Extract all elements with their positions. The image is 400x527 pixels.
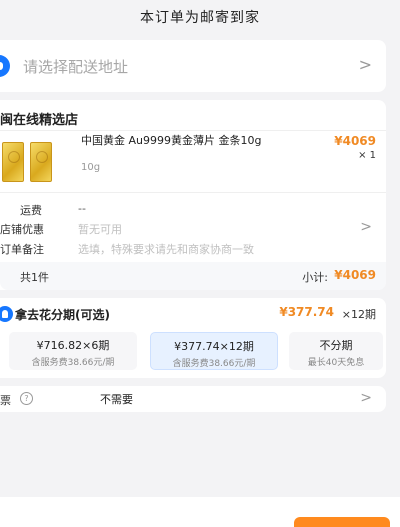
divider: [0, 130, 386, 131]
order-card: 闽在线精选店 中国黄金 Au9999黄金薄片 金条10g 10g ¥4069 ×…: [0, 100, 386, 290]
bottom-action-bar: [0, 497, 400, 527]
plan-fee: 最长40天免息: [307, 358, 365, 368]
plan-fee: 含服务费38.66元/期: [172, 359, 256, 369]
product-price: ¥4069: [334, 134, 376, 148]
installment-card: 拿去花分期(可选) ¥377.74 ×12期 ¥716.82×6期 含服务费38…: [0, 298, 386, 378]
address-placeholder: 请选择配送地址: [23, 58, 129, 76]
divider: [0, 192, 386, 193]
product-quantity: × 1: [358, 150, 376, 161]
ant-credit-icon: [0, 306, 13, 322]
shipping-notice: 本订单为邮寄到家: [140, 10, 260, 26]
store-name: 闽在线精选店: [0, 113, 79, 128]
shipping-value: --: [78, 202, 86, 215]
plan-amount: 不分期: [319, 339, 353, 352]
item-count: 共1件: [20, 271, 49, 284]
product-spec: 10g: [81, 162, 101, 173]
installment-selected-term: ×12期: [341, 308, 376, 321]
order-total-bar: 共1件 小计: ¥4069: [0, 262, 386, 290]
location-pin-icon: [0, 55, 10, 77]
subtotal-value: ¥4069: [334, 268, 376, 282]
subtotal-label: 小计:: [302, 271, 328, 284]
gold-bar-image: [2, 142, 24, 182]
invoice-label: 票: [0, 394, 11, 407]
shipping-label: 运费: [20, 204, 42, 217]
submit-order-button[interactable]: [294, 517, 390, 527]
installment-option-none[interactable]: 不分期 最长40天免息: [289, 332, 383, 370]
gold-bar-image: [30, 142, 52, 182]
installment-selected-price: ¥377.74: [279, 305, 334, 319]
discount-selector[interactable]: 暂无可用: [78, 221, 122, 237]
product-image[interactable]: [0, 138, 80, 184]
chevron-right-icon[interactable]: >: [360, 219, 372, 235]
chevron-right-icon: >: [360, 390, 372, 406]
plan-amount: ¥716.82×6期: [36, 339, 110, 352]
installment-title: 拿去花分期(可选): [15, 308, 110, 322]
invoice-value: 不需要: [100, 393, 133, 406]
installment-option-6[interactable]: ¥716.82×6期 含服务费38.66元/期: [9, 332, 137, 370]
plan-amount: ¥377.74×12期: [174, 340, 254, 353]
invoice-row[interactable]: 票 ? 不需要 >: [0, 386, 386, 412]
help-circle-icon[interactable]: ?: [20, 392, 33, 405]
remark-label: 订单备注: [0, 243, 44, 256]
product-title[interactable]: 中国黄金 Au9999黄金薄片 金条10g: [81, 134, 281, 148]
plan-fee: 含服务费38.66元/期: [31, 358, 115, 368]
installment-option-12[interactable]: ¥377.74×12期 含服务费38.66元/期: [150, 332, 278, 370]
discount-label: 店铺优惠: [0, 223, 44, 236]
remark-input[interactable]: 选填，特殊要求请先和商家协商一致: [78, 241, 254, 257]
address-selector[interactable]: 请选择配送地址 >: [0, 40, 386, 92]
chevron-right-icon: >: [358, 55, 372, 74]
